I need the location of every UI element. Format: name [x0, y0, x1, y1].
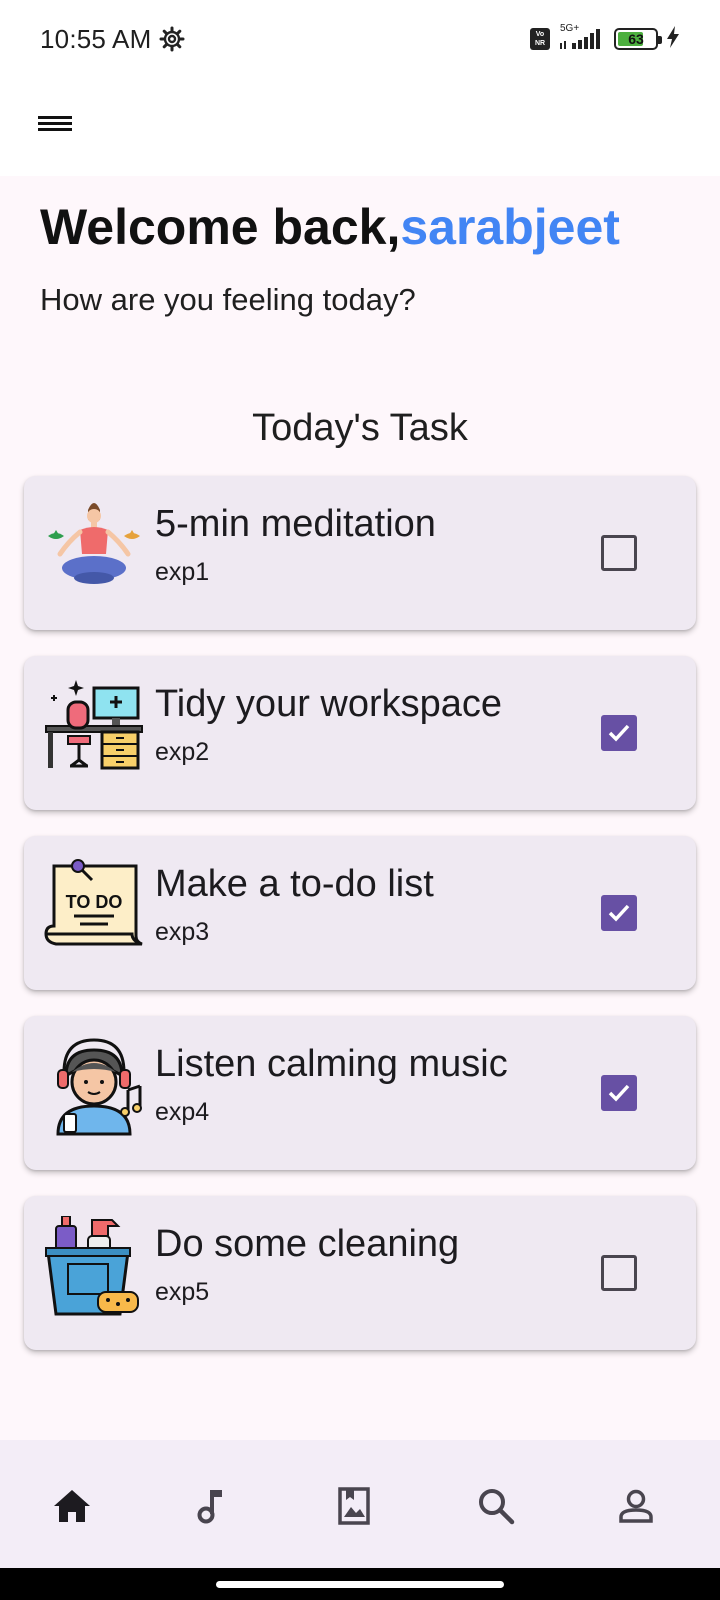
task-card[interactable]: Do some cleaning exp5 — [24, 1196, 696, 1350]
charging-icon — [666, 25, 680, 53]
gesture-handle[interactable] — [216, 1581, 504, 1588]
task-checkbox[interactable] — [601, 1075, 637, 1111]
welcome-heading: Welcome back,sarabjeet — [40, 198, 620, 256]
task-title: Make a to-do list — [155, 863, 434, 905]
task-title: Do some cleaning — [155, 1223, 460, 1265]
signal-icon: 5G+ — [558, 23, 606, 51]
status-icons: Vo NR 5G+ 63 — [530, 23, 680, 53]
todo-list-illustration: TO DO — [44, 856, 144, 956]
cleaning-supplies-illustration — [44, 1215, 144, 1316]
profile-icon[interactable] — [614, 1484, 658, 1528]
check-icon — [608, 1084, 630, 1102]
task-checkbox[interactable] — [601, 1255, 637, 1291]
task-checkbox[interactable] — [601, 535, 637, 571]
music-note-icon[interactable] — [190, 1484, 234, 1528]
music-listener-illustration — [44, 1036, 144, 1136]
task-card[interactable]: 5-min meditation exp1 — [24, 476, 696, 630]
check-icon — [608, 724, 630, 742]
task-subtitle: exp3 — [155, 918, 210, 946]
task-checkbox[interactable] — [601, 715, 637, 751]
app-bar — [0, 80, 720, 176]
task-card[interactable]: TO DO Make a to-do list exp3 — [24, 836, 696, 990]
battery-level: 63 — [628, 31, 644, 47]
task-subtitle: exp2 — [155, 738, 210, 766]
home-icon[interactable] — [50, 1484, 94, 1528]
workspace-illustration — [44, 676, 144, 776]
battery-icon: 63 — [614, 28, 662, 50]
greeting-text: Welcome back, — [40, 199, 401, 255]
task-subtitle: exp5 — [155, 1278, 210, 1306]
bookmark-image-icon[interactable] — [332, 1484, 376, 1528]
task-subtitle: exp1 — [155, 558, 210, 586]
gesture-navigation-area — [0, 1568, 720, 1600]
search-icon[interactable] — [474, 1484, 518, 1528]
meditation-illustration — [44, 496, 144, 596]
task-card[interactable]: Listen calming music exp4 — [24, 1016, 696, 1170]
bottom-navigation — [0, 1440, 720, 1568]
check-icon — [608, 904, 630, 922]
status-bar: 10:55 AM Vo NR 5G+ 63 — [0, 0, 720, 80]
task-title: 5-min meditation — [155, 503, 436, 545]
section-title: Today's Task — [252, 407, 468, 449]
menu-icon[interactable] — [36, 110, 76, 144]
username: sarabjeet — [400, 199, 620, 255]
mood-prompt: How are you feeling today? — [40, 282, 416, 317]
task-checkbox[interactable] — [601, 895, 637, 931]
volte-icon: Vo NR — [530, 28, 550, 50]
task-title: Listen calming music — [155, 1043, 508, 1085]
status-time: 10:55 AM — [40, 24, 152, 54]
task-card[interactable]: Tidy your workspace exp2 — [24, 656, 696, 810]
todo-image-text: TO DO — [66, 892, 123, 912]
task-subtitle: exp4 — [155, 1098, 210, 1126]
task-title: Tidy your workspace — [155, 683, 503, 725]
gear-icon — [159, 26, 185, 52]
